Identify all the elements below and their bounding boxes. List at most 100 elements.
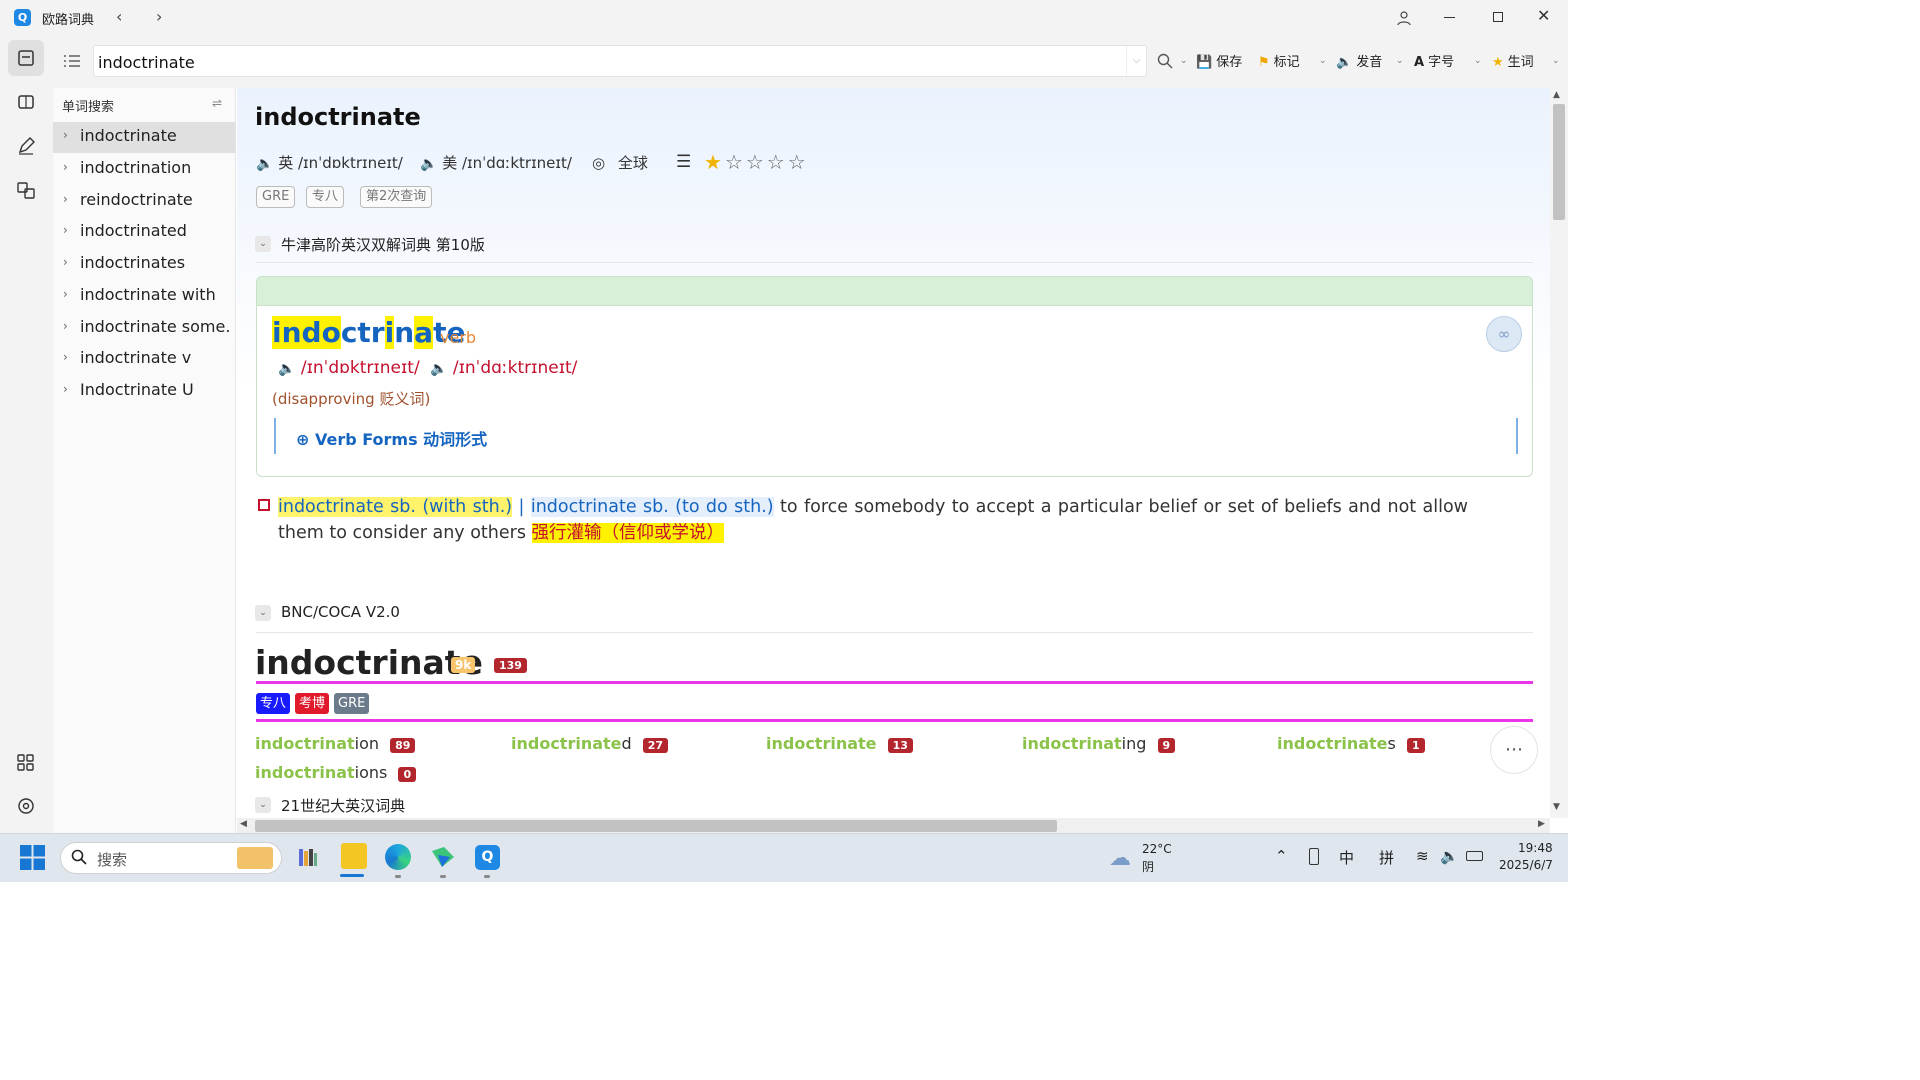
- oxford-uk-pron[interactable]: 🔈 /ɪnˈdɒktrɪneɪt/: [278, 358, 420, 378]
- save-button[interactable]: 💾 保存: [1196, 51, 1242, 71]
- ime-pinyin[interactable]: 拼: [1379, 847, 1394, 868]
- history-dropdown-icon[interactable]: ⌵: [1126, 46, 1146, 76]
- pencil-icon: [18, 137, 35, 155]
- font-size-button[interactable]: A 字号: [1414, 51, 1454, 71]
- ime-mode[interactable]: 中: [1339, 847, 1354, 868]
- vocab-button[interactable]: ★ 生词: [1492, 51, 1534, 71]
- word-form[interactable]: indoctrinating 9: [1022, 734, 1176, 753]
- sidebar-item[interactable]: › indoctrinate some...: [53, 313, 236, 344]
- link-icon[interactable]: ∞: [1486, 316, 1522, 352]
- oxford-us-pron[interactable]: 🔈 /ɪnˈdɑːktrɪneɪt/: [430, 358, 577, 378]
- collapse-chevron-icon[interactable]: ⌄: [255, 605, 271, 621]
- flag-icon: ⚑: [1258, 55, 1270, 70]
- translate-icon: [17, 182, 35, 199]
- search-icon[interactable]: [1157, 53, 1173, 73]
- apps-nav-button[interactable]: [8, 745, 44, 781]
- section-title-bnc[interactable]: BNC/COCA V2.0: [281, 603, 400, 621]
- dictionary-nav-button[interactable]: [8, 40, 44, 76]
- battery-icon[interactable]: [1466, 851, 1483, 861]
- verb-forms-toggle[interactable]: ⊕ Verb Forms 动词形式: [296, 426, 487, 450]
- global-pron[interactable]: ◎ 全球: [592, 152, 648, 173]
- sidebar-item[interactable]: › reindoctrinate: [53, 186, 236, 217]
- word-form[interactable]: indoctrinates 1: [1277, 734, 1425, 753]
- sidebar-item[interactable]: › indoctrinate: [53, 122, 236, 153]
- taskbar-search[interactable]: 搜索: [60, 842, 282, 874]
- vertical-scroll-thumb[interactable]: [1553, 104, 1565, 220]
- us-pron[interactable]: 🔈 美 /ɪnˈdɑːktrɪneɪt/: [420, 152, 572, 173]
- eudic-app-icon[interactable]: Q: [475, 845, 500, 870]
- maximize-button[interactable]: [1493, 12, 1503, 22]
- back-arrow-icon[interactable]: ‹: [116, 7, 122, 26]
- swap-icon[interactable]: ⇌: [212, 96, 222, 110]
- chevron-right-icon: ›: [63, 128, 68, 142]
- section-title-oxford[interactable]: 牛津高阶英汉双解词典 第10版: [281, 234, 485, 255]
- sidebar-item[interactable]: › indoctrinated: [53, 217, 236, 248]
- volume-icon[interactable]: 🔈: [1440, 847, 1459, 865]
- uk-pron[interactable]: 🔈 英 /ɪnˈdɒktrɪneɪt/: [256, 152, 403, 173]
- word-form[interactable]: indoctrination 89: [255, 734, 416, 753]
- list-toggle-icon[interactable]: [63, 53, 81, 73]
- sidebar-item[interactable]: › indoctrinate v: [53, 344, 236, 375]
- scroll-down-icon[interactable]: ▼: [1553, 802, 1560, 812]
- word-form[interactable]: indoctrinations 0: [255, 763, 417, 782]
- horizontal-scroll-thumb[interactable]: [255, 820, 1057, 832]
- save-icon: 💾: [1196, 55, 1213, 70]
- tag: 专八: [306, 186, 345, 208]
- pattern: indoctrinate sb. (with sth.): [278, 497, 513, 517]
- account-icon[interactable]: [1396, 10, 1412, 30]
- pronounce-button[interactable]: 🔈 发音: [1336, 51, 1382, 71]
- oxford-card-header: [257, 277, 1532, 306]
- star-rating[interactable]: ★☆☆☆☆: [704, 150, 809, 174]
- scroll-right-icon[interactable]: ▶: [1538, 819, 1545, 829]
- collapse-chevron-icon[interactable]: ⌄: [255, 797, 271, 813]
- chevron-right-icon: ›: [63, 350, 68, 364]
- magenta-divider: [256, 719, 1533, 722]
- clock-time[interactable]: 19:48: [1518, 841, 1553, 855]
- player-app-icon[interactable]: [341, 843, 367, 869]
- tray-expand-icon[interactable]: ⌃: [1275, 847, 1288, 865]
- more-options-icon[interactable]: ⋯: [1490, 726, 1538, 774]
- feishu-app-icon[interactable]: [430, 845, 456, 869]
- collapse-chevron-icon[interactable]: ⌄: [255, 236, 271, 252]
- exam-tag: 专八: [256, 693, 291, 714]
- sidebar-item[interactable]: › Indoctrinate U: [53, 376, 236, 407]
- translate-nav-button[interactable]: [8, 172, 44, 208]
- clock-date[interactable]: 2025/6/7: [1499, 858, 1553, 872]
- edge-browser-icon[interactable]: [385, 844, 411, 870]
- book-icon: [18, 50, 34, 66]
- sidebar-item[interactable]: › indoctrinate with: [53, 281, 236, 312]
- part-of-speech: verb: [440, 328, 477, 347]
- font-chevron-icon[interactable]: ⌄: [1474, 56, 1482, 66]
- library-app-icon[interactable]: [297, 846, 319, 868]
- pronounce-chevron-icon[interactable]: ⌄: [1396, 56, 1404, 66]
- scroll-left-icon[interactable]: ◀: [240, 819, 247, 829]
- search-input[interactable]: [98, 51, 1118, 73]
- weather-cloud-icon[interactable]: ☁: [1109, 846, 1131, 871]
- speaker-icon: 🔈: [1336, 55, 1353, 70]
- mark-button[interactable]: ⚑ 标记: [1258, 51, 1300, 71]
- vocab-chevron-icon[interactable]: ⌄: [1552, 56, 1560, 66]
- windows-start-icon[interactable]: [20, 845, 45, 874]
- reading-nav-button[interactable]: [8, 84, 44, 120]
- word-form[interactable]: indoctrinate 13: [766, 734, 913, 753]
- wifi-icon[interactable]: ≋: [1416, 847, 1429, 865]
- notes-nav-button[interactable]: [8, 128, 44, 164]
- sidebar-item[interactable]: › indoctrination: [53, 154, 236, 185]
- definition: indoctrinate sb. (with sth.) | indoctrin…: [278, 497, 1468, 543]
- list-icon[interactable]: ☰: [676, 152, 691, 172]
- minimize-button[interactable]: [1444, 17, 1455, 18]
- headword: indoctrinate: [255, 103, 421, 131]
- close-button[interactable]: ✕: [1537, 6, 1550, 25]
- forward-arrow-icon[interactable]: ›: [156, 7, 162, 26]
- search-box: ⌵: [93, 45, 1147, 77]
- sidebar-item[interactable]: › indoctrinates: [53, 249, 236, 280]
- section-title-21c[interactable]: 21世纪大英汉词典: [281, 795, 405, 816]
- search-icon: [71, 849, 87, 869]
- tablet-icon[interactable]: [1309, 848, 1319, 865]
- word-form[interactable]: indoctrinated 27: [511, 734, 669, 753]
- search-options-chevron-icon[interactable]: ⌄: [1180, 56, 1188, 66]
- mark-chevron-icon[interactable]: ⌄: [1319, 56, 1327, 66]
- settings-nav-button[interactable]: [8, 788, 44, 824]
- divider: [256, 262, 1533, 263]
- scroll-up-icon[interactable]: ▲: [1553, 90, 1560, 100]
